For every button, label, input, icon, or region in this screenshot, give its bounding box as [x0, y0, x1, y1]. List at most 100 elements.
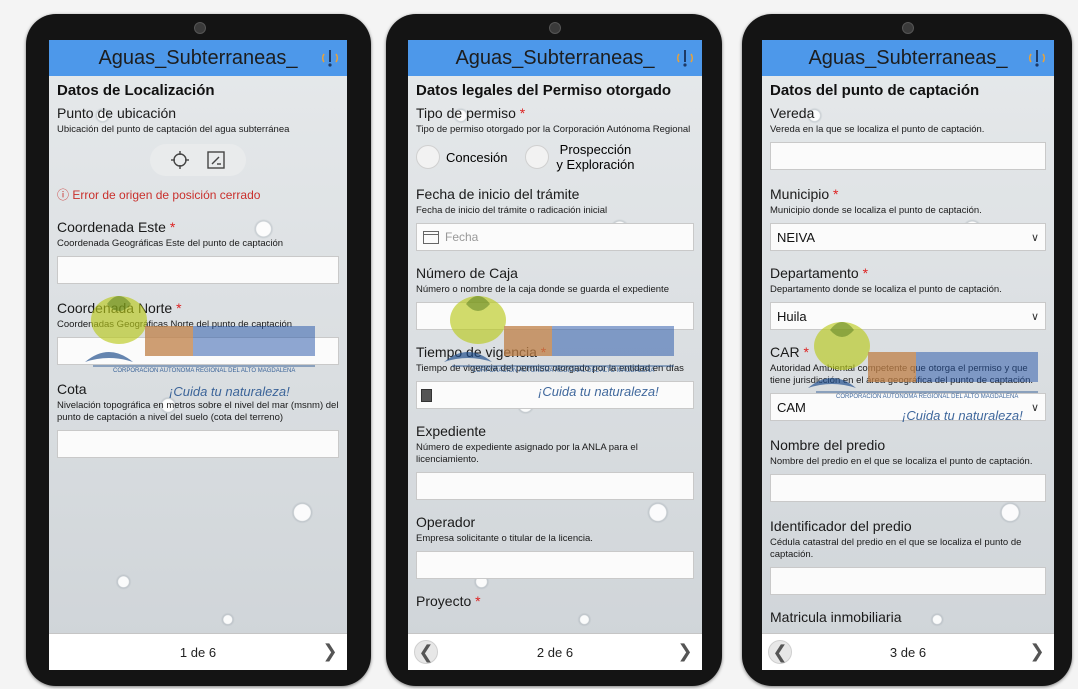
form-screen-2: Aguas_Subterraneas_ Datos legales del Pe… [408, 40, 702, 670]
required-mark: * [862, 265, 869, 281]
radio-concesion[interactable]: Concesión [416, 145, 507, 169]
identificador-predio-input[interactable] [770, 567, 1046, 595]
app-title: Aguas_Subterraneas_ [98, 47, 298, 69]
pager-footer: ❮ 3 de 6 ❯ [762, 633, 1054, 670]
punto-ubicacion-help: Ubicación del punto de captación del agu… [57, 124, 290, 135]
coordenada-norte-input[interactable] [57, 337, 339, 365]
municipio-help: Municipio donde se localiza el punto de … [770, 205, 982, 216]
label-text: Departamento [770, 265, 859, 281]
label-text: Coordenada Este [57, 219, 166, 235]
radio-prospeccion[interactable]: Prospección y Exploración [525, 142, 635, 172]
expediente-label: Expediente [416, 423, 487, 439]
required-mark: * [176, 300, 182, 316]
form-content: Datos legales del Permiso otorgado Tipo … [416, 78, 694, 630]
coordenada-este-label: Coordenada Este * [57, 219, 339, 235]
phone-frame-3: Aguas_Subterraneas_ Datos del punto de c… [742, 14, 1072, 686]
nombre-predio-input[interactable] [770, 474, 1046, 502]
sync-icon[interactable] [1028, 48, 1046, 68]
car-select[interactable]: CAM ∨ [770, 393, 1046, 421]
coordenada-este-input[interactable] [57, 256, 339, 284]
tiempo-vigencia-input[interactable] [416, 381, 694, 409]
tipo-permiso-help: Tipo de permiso otorgado por la Corporac… [416, 124, 691, 135]
radio-circle[interactable] [525, 145, 550, 169]
tiempo-vigencia-label: Tiempo de vigencia * [416, 344, 694, 360]
select-value: NEIVA [777, 229, 816, 245]
identificador-predio-help: Cédula catastral del predio en el que se… [770, 537, 1022, 560]
next-page-button[interactable]: ❯ [319, 640, 341, 662]
cota-help: Nivelación topográfica en metros sobre e… [57, 400, 339, 423]
label-text: CAR [770, 344, 800, 360]
phone-frame-2: Aguas_Subterraneas_ Datos legales del Pe… [386, 14, 722, 686]
camera [193, 22, 206, 34]
coordenada-este-help: Coordenada Geográficas Este del punto de… [57, 238, 284, 249]
required-mark: * [519, 105, 526, 121]
page-indicator: 1 de 6 [179, 644, 217, 660]
required-mark: * [475, 593, 481, 609]
radio-label: Prospección y Exploración [556, 142, 635, 172]
chevron-down-icon: ∨ [1030, 401, 1039, 414]
operador-label: Operador [416, 514, 476, 530]
car-label: CAR * [770, 344, 1046, 360]
expediente-help: Número de expediente asignado por la ANL… [416, 442, 638, 465]
section-title: Datos de Localización [57, 82, 215, 99]
title-bar: Aguas_Subterraneas_ [49, 40, 347, 76]
coordenada-norte-label: Coordenada Norte * [57, 300, 339, 316]
next-page-button[interactable]: ❯ [1026, 640, 1048, 662]
municipio-select[interactable]: NEIVA ∨ [770, 223, 1046, 251]
chevron-down-icon: ∨ [1030, 231, 1039, 244]
tipo-permiso-label: Tipo de permiso * [416, 105, 694, 121]
next-page-button[interactable]: ❯ [674, 640, 696, 662]
title-bar: Aguas_Subterraneas_ [408, 40, 702, 76]
numero-caja-label: Número de Caja [416, 265, 518, 281]
departamento-select[interactable]: Huila ∨ [770, 302, 1046, 330]
form-screen-3: Aguas_Subterraneas_ Datos del punto de c… [762, 40, 1054, 670]
page-indicator: 3 de 6 [889, 644, 927, 660]
municipio-label: Municipio * [770, 186, 1046, 202]
sync-icon[interactable] [321, 48, 339, 68]
required-mark: * [540, 344, 547, 360]
punto-ubicacion-label: Punto de ubicación [57, 105, 177, 121]
crosshair-icon[interactable] [170, 150, 190, 170]
camera [902, 22, 914, 34]
previous-page-button[interactable]: ❮ [768, 640, 792, 664]
calculator-icon [421, 388, 432, 402]
proyecto-label: Proyecto * [416, 593, 694, 609]
app-title: Aguas_Subterraneas_ [808, 47, 1008, 69]
expediente-input[interactable] [416, 472, 694, 500]
fecha-placeholder: Fecha [445, 230, 479, 244]
cota-input[interactable] [57, 430, 339, 458]
label-text: Tiempo de vigencia [416, 344, 537, 360]
map-edit-icon[interactable] [206, 150, 226, 170]
page-indicator: 2 de 6 [536, 644, 574, 660]
required-mark: * [833, 186, 839, 202]
radio-circle[interactable] [416, 145, 440, 169]
numero-caja-help: Número o nombre de la caja donde se guar… [416, 284, 669, 295]
label-text: Municipio [770, 186, 830, 202]
nombre-predio-label: Nombre del predio [770, 437, 886, 453]
matricula-label: Matricula inmobiliaria [770, 609, 902, 625]
numero-caja-input[interactable] [416, 302, 694, 330]
form-content: Datos del punto de captación Vereda Vere… [770, 78, 1046, 630]
operador-input[interactable] [416, 551, 694, 579]
fecha-inicio-label: Fecha de inicio del trámite [416, 186, 580, 202]
identificador-predio-label: Identificador del predio [770, 518, 912, 534]
location-tools [150, 144, 246, 176]
vereda-help: Vereda en la que se localiza el punto de… [770, 124, 985, 135]
sync-icon[interactable] [676, 48, 694, 68]
phone-frame-1: Aguas_Subterraneas_ Datos de Localizació… [26, 14, 371, 686]
required-mark: * [803, 344, 809, 360]
section-title: Datos del punto de captación [770, 82, 980, 99]
previous-page-button[interactable]: ❮ [414, 640, 438, 664]
form-screen-1: Aguas_Subterraneas_ Datos de Localizació… [49, 40, 347, 670]
label-text: Coordenada Norte [57, 300, 173, 316]
section-title: Datos legales del Permiso otorgado [416, 82, 672, 99]
chevron-down-icon: ∨ [1030, 310, 1039, 323]
operador-help: Empresa solicitante o titular de la lice… [416, 533, 593, 544]
coordenada-norte-help: Coordenadas Geográficas Norte del punto … [57, 319, 293, 330]
departamento-label: Departamento * [770, 265, 1046, 281]
tipo-permiso-options: Concesión Prospección y Exploración [416, 142, 694, 172]
fecha-inicio-input[interactable]: Fecha [416, 223, 694, 251]
vereda-input[interactable] [770, 142, 1046, 170]
form-content: Datos de Localización Punto de ubicación… [57, 78, 339, 630]
label-text: Tipo de permiso [416, 105, 516, 121]
